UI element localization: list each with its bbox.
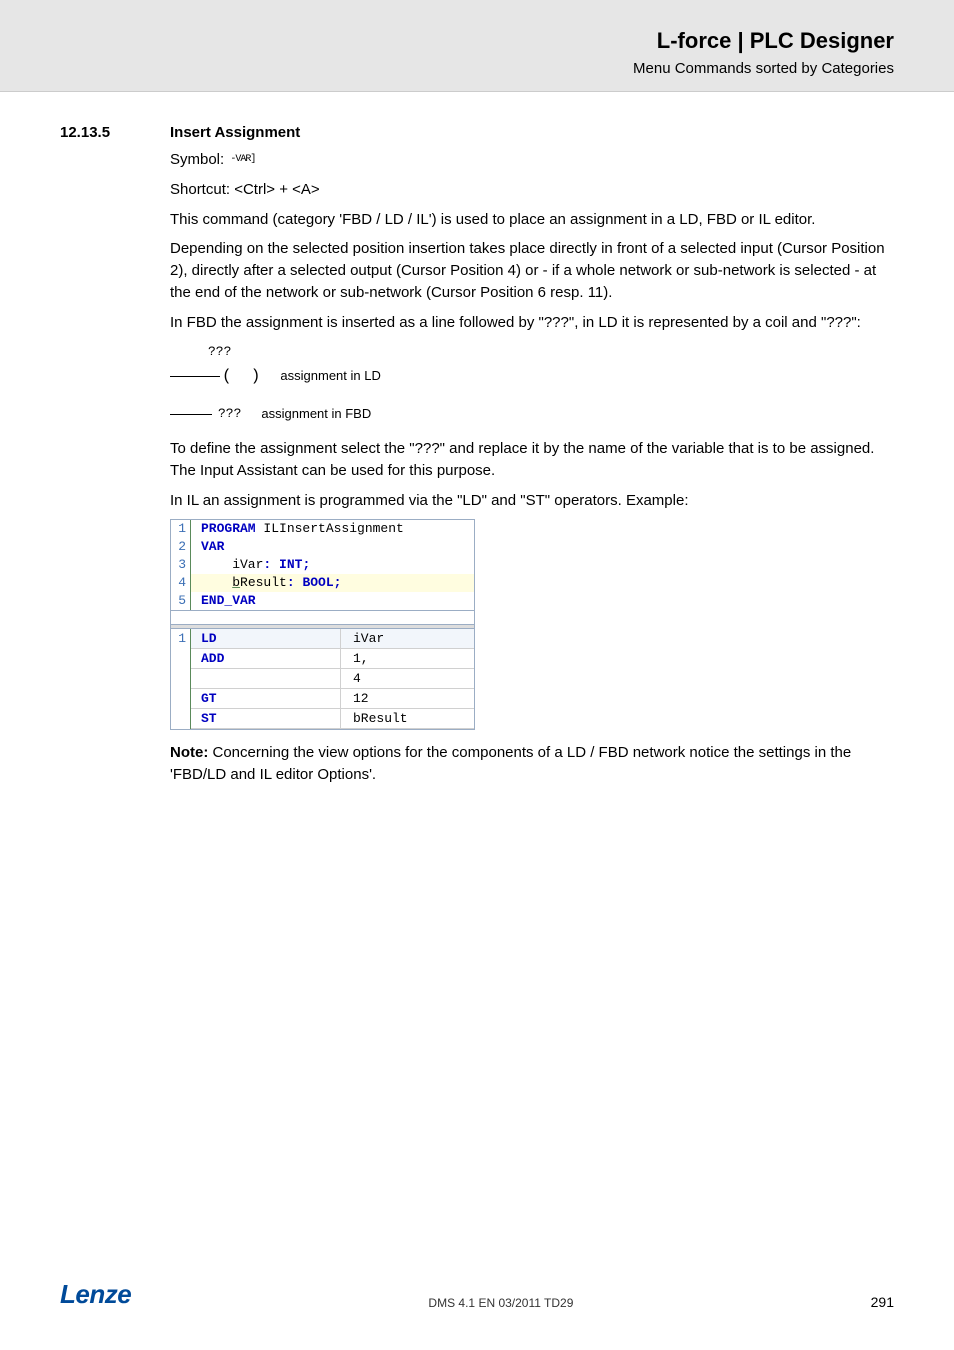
code-line: 2VAR [171,538,474,556]
code-text: VAR [191,538,474,556]
code-line: 3 iVar: INT; [171,556,474,574]
shortcut-line: Shortcut: <Ctrl> + <A> [170,179,894,201]
page-subtitle: Menu Commands sorted by Categories [60,60,894,77]
paragraph-1: This command (category 'FBD / LD / IL') … [170,209,894,231]
code-gap [170,611,475,625]
page-title: L-force | PLC Designer [60,28,894,54]
fbd-qqq-label: ??? [218,405,241,424]
il-line-number [171,669,191,689]
code-declaration-block: 1PROGRAM ILInsertAssignment2VAR3 iVar: I… [170,520,475,611]
il-row: 1LDiVar [171,629,474,649]
code-text: END_VAR [191,592,474,610]
line-number: 2 [171,538,191,556]
footer-center-text: DMS 4.1 EN 03/2011 TD29 [428,1296,573,1310]
symbol-label: Symbol: [170,151,224,168]
lenze-logo: Lenze [60,1279,131,1310]
fbd-wire [170,414,212,415]
il-body: GT12 [191,689,474,709]
line-number: 1 [171,520,191,538]
il-body: STbResult [191,709,474,729]
assignment-icon: -VAR] [230,153,255,168]
il-body: LDiVar [191,629,474,649]
ld-qqq-label: ??? [208,343,894,362]
footer: Lenze DMS 4.1 EN 03/2011 TD29 291 [60,1279,894,1310]
ld-row-label: assignment in LD [280,367,380,386]
il-row: STbResult [171,709,474,729]
body-block: Symbol: -VAR] Shortcut: <Ctrl> + <A> Thi… [170,149,894,730]
header-band: L-force | PLC Designer Menu Commands sor… [0,0,954,92]
ld-wire [170,376,220,377]
code-example: 1PROGRAM ILInsertAssignment2VAR3 iVar: I… [170,519,475,730]
content-area: 12.13.5 Insert Assignment Symbol: -VAR] … [0,92,954,786]
il-line-number [171,649,191,669]
il-argument: bResult [341,709,474,728]
il-operator [201,669,341,688]
il-body: 4 [191,669,474,689]
il-body: ADD1, [191,649,474,669]
il-row: 4 [171,669,474,689]
footer-page-number: 291 [871,1294,894,1310]
paragraph-3: In FBD the assignment is inserted as a l… [170,312,894,334]
il-operator: ST [201,709,341,728]
ld-row: ( ) assignment in LD [170,362,894,390]
il-line-number [171,709,191,729]
line-number: 5 [171,592,191,610]
paragraph-2: Depending on the selected position inser… [170,238,894,303]
code-line: 1PROGRAM ILInsertAssignment [171,520,474,538]
section-heading-row: 12.13.5 Insert Assignment [60,124,894,141]
code-line: 5END_VAR [171,592,474,610]
note-label: Note: [170,744,208,761]
paragraph-5: In IL an assignment is programmed via th… [170,490,894,512]
il-line-number: 1 [171,629,191,649]
note-text: Concerning the view options for the comp… [170,744,851,783]
code-il-block: 1LDiVarADD1,4GT12STbResult [170,629,475,730]
note-block: Note: Concerning the view options for th… [170,742,894,786]
line-number: 4 [171,574,191,592]
line-number: 3 [171,556,191,574]
il-operator: GT [201,689,341,708]
section-number: 12.13.5 [60,124,170,141]
paragraph-4: To define the assignment select the "???… [170,438,894,482]
il-row: ADD1, [171,649,474,669]
section-title: Insert Assignment [170,124,300,141]
symbol-line: Symbol: -VAR] [170,149,894,171]
il-line-number [171,689,191,709]
il-argument: 1, [341,649,474,668]
fbd-row: ??? assignment in FBD [170,400,894,428]
il-argument: 12 [341,689,474,708]
ld-fbd-diagram: ??? ( ) assignment in LD ??? assignment … [170,343,894,428]
il-row: GT12 [171,689,474,709]
code-text: PROGRAM ILInsertAssignment [191,520,474,538]
il-argument: 4 [341,669,474,688]
code-text: iVar: INT; [191,556,474,574]
code-text: bResult: BOOL; [191,574,474,592]
ld-coil-icon: ( ) [222,365,260,388]
il-operator: ADD [201,649,341,668]
fbd-row-label: assignment in FBD [261,405,371,424]
il-argument: iVar [341,629,474,648]
il-operator: LD [201,629,341,648]
code-line: 4 bResult: BOOL; [171,574,474,592]
